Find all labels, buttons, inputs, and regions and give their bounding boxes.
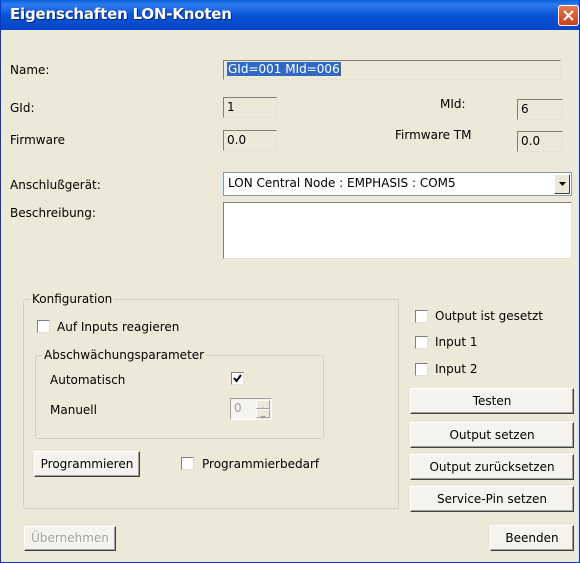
- automatisch-label: Automatisch: [50, 373, 126, 387]
- dropdown-button[interactable]: [554, 174, 570, 194]
- close-button[interactable]: [558, 5, 579, 26]
- firmware-field[interactable]: 0.0: [223, 130, 277, 151]
- mid-field[interactable]: 6: [517, 99, 563, 120]
- chevron-down-icon: [260, 416, 266, 419]
- window-title: Eigenschaften LON-Knoten: [10, 5, 232, 23]
- firmware-tm-value: 0.0: [521, 134, 541, 148]
- output-setzen-button[interactable]: Output setzen: [410, 422, 574, 448]
- firmware-label: Firmware: [10, 133, 65, 147]
- testen-button[interactable]: Testen: [410, 388, 574, 414]
- programmieren-button[interactable]: Programmieren: [34, 451, 140, 477]
- output-zuruecksetzen-button[interactable]: Output zurücksetzen: [410, 454, 574, 480]
- programmierbedarf-checkbox[interactable]: [181, 457, 194, 470]
- abschwaechung-group: Abschwächungsparameter: [35, 348, 324, 439]
- manuell-label: Manuell: [50, 403, 97, 417]
- beschreibung-textarea[interactable]: [223, 202, 572, 259]
- beenden-button[interactable]: Beenden: [490, 525, 574, 551]
- anschluss-value: LON Central Node : EMPHASIS : COM5: [228, 176, 456, 190]
- firmware-value: 0.0: [227, 133, 247, 147]
- title-bar[interactable]: Eigenschaften LON-Knoten: [1, 0, 579, 30]
- firmware-tm-label: Firmware TM: [395, 128, 472, 142]
- close-icon: [563, 10, 574, 21]
- firmware-tm-field[interactable]: 0.0: [517, 131, 563, 152]
- abschwaechung-title: Abschwächungsparameter: [42, 348, 207, 362]
- spinner-down[interactable]: [256, 409, 270, 419]
- uebernehmen-button[interactable]: Übernehmen: [24, 526, 116, 551]
- beschreibung-label: Beschreibung:: [10, 206, 96, 220]
- auf-inputs-label: Auf Inputs reagieren: [57, 320, 180, 334]
- gid-value: 1: [227, 100, 235, 114]
- konfiguration-title: Konfiguration: [30, 292, 115, 306]
- name-field[interactable]: GId=001 MId=006: [223, 60, 561, 80]
- input1-checkbox[interactable]: [415, 336, 428, 349]
- output-gesetzt-label: Output ist gesetzt: [435, 309, 543, 323]
- input1-label: Input 1: [435, 335, 478, 349]
- chevron-down-icon: [559, 182, 566, 186]
- spinner-up[interactable]: [256, 400, 270, 410]
- anschluss-label: Anschlußgerät:: [10, 178, 101, 192]
- programmierbedarf-label: Programmierbedarf: [202, 457, 320, 471]
- dialog-window: Eigenschaften LON-Knoten Name: GId=001 M…: [0, 0, 580, 563]
- mid-value: 6: [521, 102, 529, 116]
- name-label: Name:: [10, 63, 50, 77]
- automatisch-checkbox[interactable]: [231, 372, 244, 385]
- service-pin-button[interactable]: Service-Pin setzen: [410, 486, 574, 512]
- manuell-spinner[interactable]: 0: [230, 398, 272, 420]
- auf-inputs-checkbox[interactable]: [37, 320, 50, 333]
- gid-label: GId:: [10, 101, 35, 115]
- manuell-value: 0: [234, 401, 242, 415]
- input2-checkbox[interactable]: [415, 363, 428, 376]
- checkmark-icon: [233, 374, 242, 383]
- name-value: GId=001 MId=006: [227, 62, 341, 76]
- spinner-arrows[interactable]: [256, 400, 270, 419]
- mid-label: MId:: [440, 97, 466, 111]
- output-gesetzt-checkbox[interactable]: [415, 310, 428, 323]
- gid-field[interactable]: 1: [223, 97, 277, 118]
- anschluss-select[interactable]: LON Central Node : EMPHASIS : COM5: [223, 172, 572, 196]
- input2-label: Input 2: [435, 362, 478, 376]
